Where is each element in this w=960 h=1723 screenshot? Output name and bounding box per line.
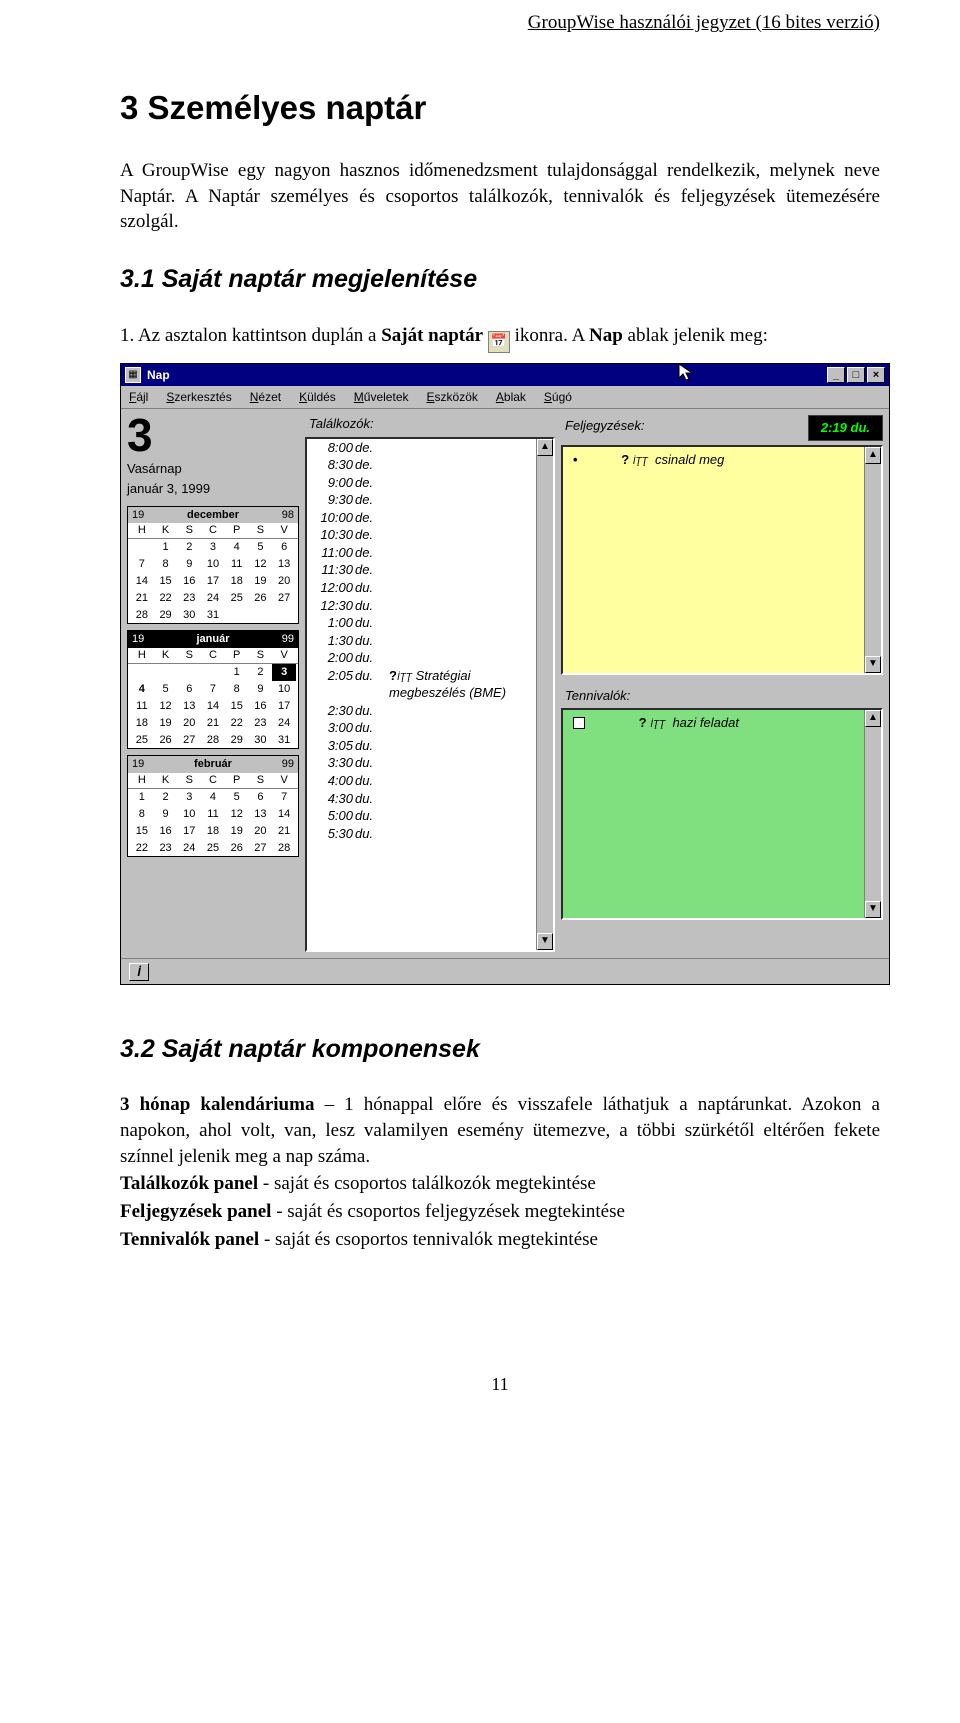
task-text: hazi feladat [672,715,739,730]
maximize-button[interactable]: □ [847,367,865,383]
notes-label: Feljegyzések: [561,417,808,435]
step-bold: Saját naptár [381,325,483,346]
window-title: Nap [147,367,677,383]
menu-item[interactable]: Súgó [544,390,572,404]
day-number: 3 [127,415,299,456]
question-icon: ? [621,452,629,467]
time-slot[interactable]: 4:30du. [307,790,553,808]
scroll-down-button[interactable]: ▼ [537,933,553,950]
step-text: 1. Az asztalon kattintson duplán a [120,325,381,346]
month-calendar[interactable]: 19február99HKSCPSV1234567891011121314151… [127,755,299,857]
time-slot[interactable]: 5:30du. [307,825,553,843]
step-1: 1. Az asztalon kattintson duplán a Saját… [120,323,880,353]
appointments-label: Találkozók: [305,415,555,433]
time-slot[interactable]: 12:30du. [307,597,553,615]
full-date: január 3, 1999 [127,480,299,498]
menubar[interactable]: Fájl Szerkesztés Nézet Küldés Műveletek Eszkö… [121,386,889,409]
scrollbar[interactable]: ▲ ▼ [864,447,881,673]
titlebar[interactable]: ▦ Nap _ □ × [121,364,889,386]
menu-item[interactable]: Műveletek [354,390,409,404]
definition-list: 3 hónap kalendáriuma – 1 hónappal előre … [120,1092,880,1252]
time-slot[interactable]: 2:05du.?İŢŢ Stratégiai megbeszélés (BME) [307,667,553,702]
running-header: GroupWise használói jegyzet (16 bites ve… [120,10,880,36]
time-slot[interactable]: 11:30de. [307,561,553,579]
task-item[interactable]: ? İŢŢ hazi feladat [563,710,881,736]
question-icon: ? [639,715,647,730]
scrollbar[interactable]: ▲ ▼ [864,710,881,918]
note-text: csinald meg [655,452,724,467]
time-slot[interactable]: 8:30de. [307,456,553,474]
menu-item[interactable]: Küldés [299,390,336,404]
section-3-1-title: 3.1 Saját naptár megjelenítése [120,263,880,297]
time-slot[interactable]: 1:30du. [307,632,553,650]
scroll-up-button[interactable]: ▲ [537,439,553,456]
time-slot[interactable]: 3:30du. [307,754,553,772]
scroll-up-button[interactable]: ▲ [865,710,881,727]
scrollbar[interactable]: ▲ ▼ [536,439,553,950]
time-slot[interactable]: 11:00de. [307,544,553,562]
checkbox-icon[interactable] [573,717,585,729]
tasks-listbox[interactable]: ? İŢŢ hazi feladat ▲ ▼ [561,708,883,920]
time-slot[interactable]: 10:00de. [307,509,553,527]
day-name: Vasárnap [127,460,299,478]
time-slot[interactable]: 3:00du. [307,719,553,737]
time-slot[interactable]: 1:00du. [307,614,553,632]
time-slot[interactable]: 12:00du. [307,579,553,597]
time-slot[interactable]: 10:30de. [307,526,553,544]
time-slot[interactable]: 9:30de. [307,491,553,509]
scroll-up-button[interactable]: ▲ [865,447,881,464]
minimize-button[interactable]: _ [827,367,845,383]
nap-window: ▦ Nap _ □ × Fájl Szerkesztés Nézet Küldés Mű… [120,363,890,985]
menu-item[interactable]: Nézet [250,390,281,404]
bullet-icon: • [573,452,578,467]
appointments-listbox[interactable]: 8:00de.8:30de.9:00de.9:30de.10:00de.10:3… [305,437,555,952]
notes-listbox[interactable]: • ? İŢŢ csinald meg ▲ ▼ [561,445,883,675]
time-slot[interactable]: 5:00du. [307,807,553,825]
mouse-cursor-icon [677,362,697,386]
note-item[interactable]: • ? İŢŢ csinald meg [563,447,881,473]
chapter-title: 3 Személyes naptár [120,86,880,131]
month-calendar[interactable]: 19január99HKSCPSV12345678910111213141516… [127,630,299,749]
page-number: 11 [120,1372,880,1396]
time-slot[interactable]: 8:00de. [307,439,553,457]
menu-item[interactable]: Szerkesztés [166,390,231,404]
menu-item[interactable]: Fájl [129,390,148,404]
time-slot[interactable]: 2:30du. [307,702,553,720]
scroll-down-button[interactable]: ▼ [865,901,881,918]
time-slot[interactable]: 4:00du. [307,772,553,790]
menu-item[interactable]: Ablak [496,390,526,404]
intro-paragraph: A GroupWise egy nagyon hasznos időmenedz… [120,158,880,235]
clock: 2:19 du. [808,415,883,441]
statusbar-button[interactable]: İ [129,963,149,981]
menu-item[interactable]: Eszközök [427,390,478,404]
statusbar: İ [121,958,889,984]
section-3-2-title: 3.2 Saját naptár komponensek [120,1033,880,1067]
time-slot[interactable]: 3:05du. [307,737,553,755]
tasks-label: Tennivalók: [561,687,883,705]
close-button[interactable]: × [867,367,885,383]
system-menu-icon[interactable]: ▦ [125,367,141,383]
scroll-down-button[interactable]: ▼ [865,656,881,673]
time-slot[interactable]: 9:00de. [307,474,553,492]
time-slot[interactable]: 2:00du. [307,649,553,667]
month-calendar[interactable]: 19december98HKSCPSV123456789101112131415… [127,506,299,625]
calendar-icon: 📅 [488,331,510,353]
